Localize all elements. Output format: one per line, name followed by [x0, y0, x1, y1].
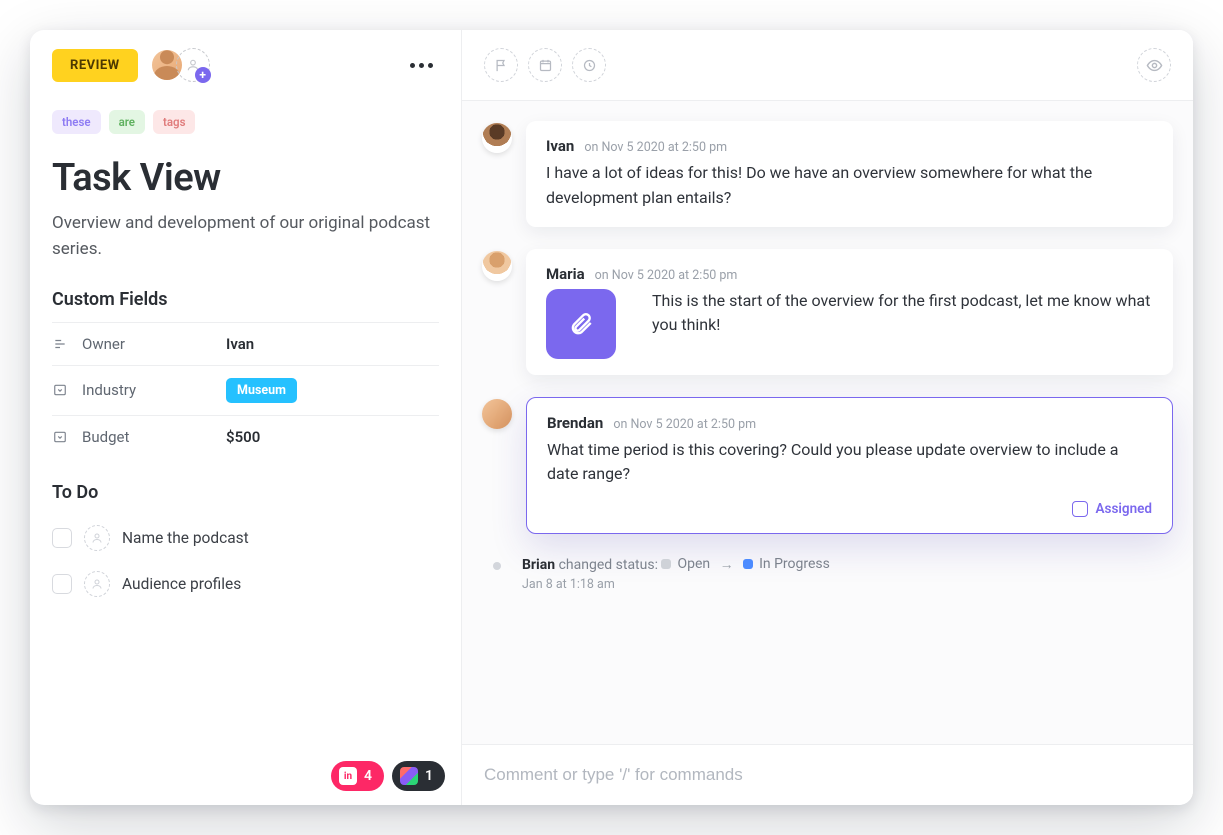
comment-author: Ivan	[546, 137, 574, 155]
todo-checkbox[interactable]	[52, 574, 72, 594]
task-title[interactable]: Task View	[30, 134, 461, 210]
comment-author: Brendan	[547, 414, 603, 432]
todo-list: Name the podcast Audience profiles	[30, 515, 461, 607]
field-owner[interactable]: Owner Ivan	[52, 322, 439, 365]
text-field-icon	[52, 336, 68, 352]
comment-time: on Nov 5 2020 at 2:50 pm	[613, 417, 756, 432]
comment-card[interactable]: Ivan on Nov 5 2020 at 2:50 pm I have a l…	[526, 121, 1173, 227]
event-actor: Brian	[522, 557, 555, 573]
comment-body: I have a lot of ideas for this! Do we ha…	[546, 161, 1153, 211]
arrow-right-icon: →	[720, 557, 734, 573]
todo-text[interactable]: Audience profiles	[122, 575, 241, 593]
comment-composer	[462, 744, 1193, 805]
comment-body: This is the start of the overview for th…	[652, 289, 1153, 339]
task-description[interactable]: Overview and development of our original…	[30, 210, 461, 289]
custom-fields: Owner Ivan Industry Museum Budget $500	[30, 322, 461, 482]
todo-text[interactable]: Name the podcast	[122, 529, 249, 547]
assignee-avatars: +	[150, 48, 210, 82]
watchers-icon[interactable]	[1137, 48, 1171, 82]
assigned-badge[interactable]: Assigned	[547, 501, 1152, 517]
activity-feed: Ivan on Nov 5 2020 at 2:50 pm I have a l…	[462, 101, 1193, 744]
assign-todo-button[interactable]	[84, 571, 110, 597]
attachment-chips: in 4 1	[331, 761, 445, 791]
comment-input[interactable]	[484, 765, 1171, 785]
field-budget[interactable]: Budget $500	[52, 415, 439, 458]
assigned-checkbox-icon	[1072, 501, 1088, 517]
todo-item: Audience profiles	[52, 561, 439, 607]
activity-pane: Ivan on Nov 5 2020 at 2:50 pm I have a l…	[462, 30, 1193, 805]
comment-avatar[interactable]	[482, 251, 512, 281]
time-tracking-icon[interactable]	[572, 48, 606, 82]
comment: Maria on Nov 5 2020 at 2:50 pm This is t…	[482, 249, 1173, 375]
comment-card-assigned[interactable]: Brendan on Nov 5 2020 at 2:50 pm What ti…	[526, 397, 1173, 535]
comment-author: Maria	[546, 265, 585, 283]
field-industry[interactable]: Industry Museum	[52, 365, 439, 415]
more-menu-icon[interactable]	[404, 57, 439, 74]
priority-flag-icon[interactable]	[484, 48, 518, 82]
todo-item: Name the podcast	[52, 515, 439, 561]
assign-todo-button[interactable]	[84, 525, 110, 551]
dropdown-field-icon	[52, 382, 68, 398]
comment-avatar[interactable]	[482, 123, 512, 153]
activity-toolbar	[462, 30, 1193, 101]
attachment-icon[interactable]	[546, 289, 616, 359]
industry-badge: Museum	[226, 378, 297, 403]
tag-list: these are tags	[30, 100, 461, 134]
comment: Brendan on Nov 5 2020 at 2:50 pm What ti…	[482, 397, 1173, 535]
tag[interactable]: these	[52, 110, 101, 134]
add-assignee-button[interactable]: +	[176, 48, 210, 82]
comment-card[interactable]: Maria on Nov 5 2020 at 2:50 pm This is t…	[526, 249, 1173, 375]
dropdown-field-icon	[52, 429, 68, 445]
comment-avatar[interactable]	[482, 399, 512, 429]
task-modal: REVIEW + these are tags Task View Overvi…	[30, 30, 1193, 805]
tag[interactable]: are	[109, 110, 145, 134]
event-verb: changed status:	[559, 557, 658, 573]
todo-checkbox[interactable]	[52, 528, 72, 548]
status-from: Open	[661, 556, 710, 572]
comment: Ivan on Nov 5 2020 at 2:50 pm I have a l…	[482, 121, 1173, 227]
event-time: Jan 8 at 1:18 am	[522, 577, 830, 592]
task-header: REVIEW +	[30, 30, 461, 100]
event-dot-icon	[493, 562, 501, 570]
due-date-icon[interactable]	[528, 48, 562, 82]
invision-chip[interactable]: in 4	[331, 761, 384, 791]
todo-heading: To Do	[30, 482, 461, 515]
task-details-pane: REVIEW + these are tags Task View Overvi…	[30, 30, 462, 805]
custom-fields-heading: Custom Fields	[30, 289, 461, 322]
status-to: In Progress	[743, 556, 830, 572]
tag[interactable]: tags	[153, 110, 196, 134]
figma-chip[interactable]: 1	[392, 761, 445, 791]
status-change-event: Brian changed status: Open → In Progress…	[482, 556, 1173, 592]
status-button[interactable]: REVIEW	[52, 49, 138, 82]
comment-body: What time period is this covering? Could…	[547, 438, 1152, 488]
comment-time: on Nov 5 2020 at 2:50 pm	[584, 140, 727, 155]
comment-time: on Nov 5 2020 at 2:50 pm	[595, 268, 738, 283]
